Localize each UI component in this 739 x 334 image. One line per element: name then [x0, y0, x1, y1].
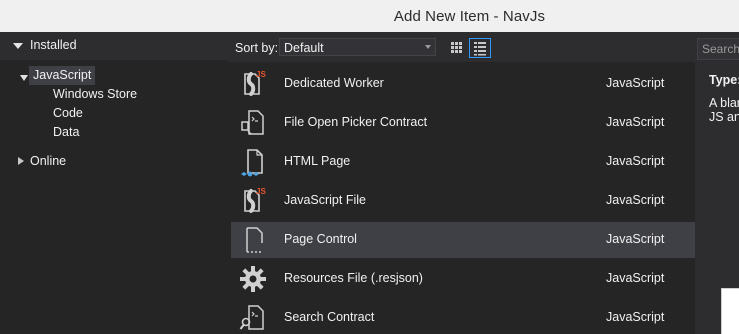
- chevron-down-icon: [425, 45, 431, 49]
- template-item[interactable]: HTML Page JavaScript: [231, 144, 695, 180]
- template-language: JavaScript: [606, 193, 665, 207]
- template-name: Search Contract: [284, 310, 375, 324]
- tree-item-javascript-label: JavaScript: [29, 66, 96, 85]
- title-bar: Add New Item - NavJs: [0, 0, 739, 32]
- template-name: HTML Page: [284, 154, 351, 168]
- gear-icon: [240, 266, 266, 292]
- template-list-pane: Sort by: Default JS Dedicated Worker Jav…: [228, 32, 695, 334]
- js-file-icon: JS: [244, 187, 266, 213]
- template-list: JS Dedicated Worker JavaScript File Open…: [231, 66, 695, 334]
- template-preview-image: [721, 288, 739, 334]
- sort-select-value: Default: [284, 41, 324, 55]
- list-view-button[interactable]: [469, 38, 491, 58]
- sort-by-label: Sort by:: [235, 41, 279, 55]
- template-name: Dedicated Worker: [284, 76, 384, 90]
- list-view-icon: [474, 42, 486, 56]
- template-language: JavaScript: [606, 310, 665, 324]
- template-language: JavaScript: [606, 154, 665, 168]
- contract-file-icon: [241, 110, 264, 135]
- search-placeholder: Search: [702, 42, 739, 56]
- description-line-2: JS anc: [709, 110, 739, 124]
- html-page-icon: [241, 149, 263, 177]
- grid-view-icon: [451, 42, 462, 53]
- expand-triangle-icon[interactable]: [20, 75, 28, 81]
- template-item[interactable]: File Open Picker Contract JavaScript: [231, 105, 695, 141]
- page-control-icon: [246, 227, 263, 253]
- tree-item-data[interactable]: Data: [53, 123, 79, 142]
- type-label: Type:: [709, 73, 739, 87]
- template-language: JavaScript: [606, 76, 665, 90]
- window-title: Add New Item - NavJs: [393, 8, 546, 25]
- template-item[interactable]: Resources File (.resjson) JavaScript: [231, 261, 695, 297]
- js-file-icon: JS: [244, 70, 266, 96]
- collapse-triangle-icon[interactable]: [13, 43, 23, 49]
- template-name: File Open Picker Contract: [284, 115, 428, 129]
- template-item[interactable]: Search Contract JavaScript: [231, 300, 695, 334]
- details-pane: Search Type: A blar JS anc: [695, 32, 739, 334]
- template-item[interactable]: JS Dedicated Worker JavaScript: [231, 66, 695, 102]
- tree-item-windows-store[interactable]: Windows Store: [53, 85, 137, 104]
- template-item[interactable]: Page Control JavaScript: [231, 222, 695, 258]
- svg-text:JS: JS: [256, 187, 266, 196]
- template-name: Resources File (.resjson): [284, 271, 423, 285]
- sort-select[interactable]: Default: [279, 38, 436, 56]
- expand-right-icon[interactable]: [18, 157, 24, 165]
- template-item[interactable]: JS JavaScript File JavaScript: [231, 183, 695, 219]
- installed-label: Installed: [30, 38, 77, 52]
- tree-item-code[interactable]: Code: [53, 104, 83, 123]
- description-line-1: A blar: [709, 96, 739, 110]
- template-language: JavaScript: [606, 271, 665, 285]
- grid-view-button[interactable]: [446, 38, 468, 58]
- template-tree-pane: Installed JavaScript Windows Store Code …: [0, 32, 228, 334]
- installed-header[interactable]: Installed: [0, 32, 228, 60]
- sort-toolbar: Sort by: Default: [228, 32, 695, 62]
- template-name: Page Control: [284, 232, 357, 246]
- svg-text:JS: JS: [256, 70, 266, 79]
- template-language: JavaScript: [606, 232, 665, 246]
- search-installed-input[interactable]: Search: [697, 38, 739, 60]
- template-description: A blar JS anc: [709, 96, 739, 124]
- tree-item-online-label: Online: [30, 154, 67, 168]
- template-language: JavaScript: [606, 115, 665, 129]
- template-name: JavaScript File: [284, 193, 366, 207]
- search-contract-icon: [239, 305, 264, 330]
